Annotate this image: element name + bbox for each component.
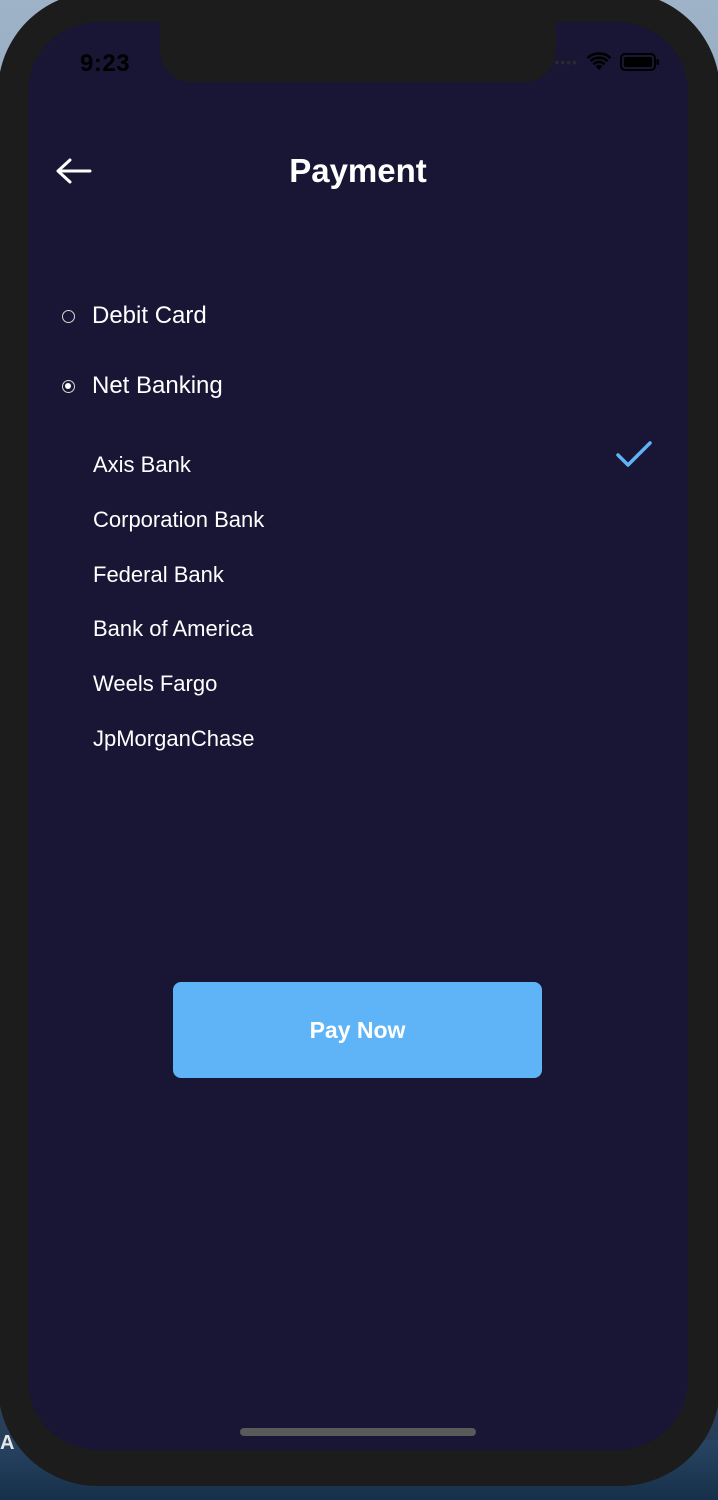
status-icons: ••••	[554, 52, 660, 72]
checkmark-icon	[615, 440, 653, 476]
app-screen: 9:23 •••• Payment Debit Card Net Banking…	[28, 22, 688, 1450]
option-label: Net Banking	[92, 372, 223, 399]
bank-label: Axis Bank	[93, 452, 191, 477]
bank-label: Federal Bank	[93, 561, 224, 587]
bank-list: Axis Bank Corporation Bank Federal Bank …	[93, 441, 653, 781]
radio-checked-icon[interactable]	[62, 379, 75, 393]
radio-unchecked-icon[interactable]	[62, 309, 75, 323]
bank-item-bank-of-america[interactable]: Bank of America	[93, 616, 653, 671]
option-net-banking[interactable]: Net Banking	[62, 372, 223, 400]
bank-item-federal-bank[interactable]: Federal Bank	[93, 562, 653, 617]
bank-item-jpmorganchase[interactable]: JpMorganChase	[93, 726, 653, 781]
option-label: Debit Card	[92, 302, 207, 329]
bank-label: Corporation Bank	[93, 506, 265, 532]
bank-label: Bank of America	[93, 616, 254, 642]
bank-item-axis-bank[interactable]: Axis Bank	[93, 441, 653, 507]
home-indicator[interactable]	[240, 1428, 476, 1436]
pay-now-button[interactable]: Pay Now	[173, 982, 542, 1078]
bank-label: Weels Fargo	[93, 671, 218, 697]
bank-label: JpMorganChase	[93, 725, 255, 751]
status-time: 9:23	[80, 50, 131, 77]
wifi-icon	[586, 52, 612, 72]
option-debit-card[interactable]: Debit Card	[62, 302, 207, 330]
app-header: Payment	[28, 142, 688, 202]
bank-item-corporation-bank[interactable]: Corporation Bank	[93, 507, 653, 562]
bank-item-weels-fargo[interactable]: Weels Fargo	[93, 671, 653, 726]
signal-dots-icon: ••••	[554, 54, 578, 70]
device-notch	[160, 22, 556, 82]
page-title: Payment	[289, 152, 427, 189]
battery-icon	[620, 52, 660, 72]
status-bar: 9:23 ••••	[28, 22, 688, 102]
